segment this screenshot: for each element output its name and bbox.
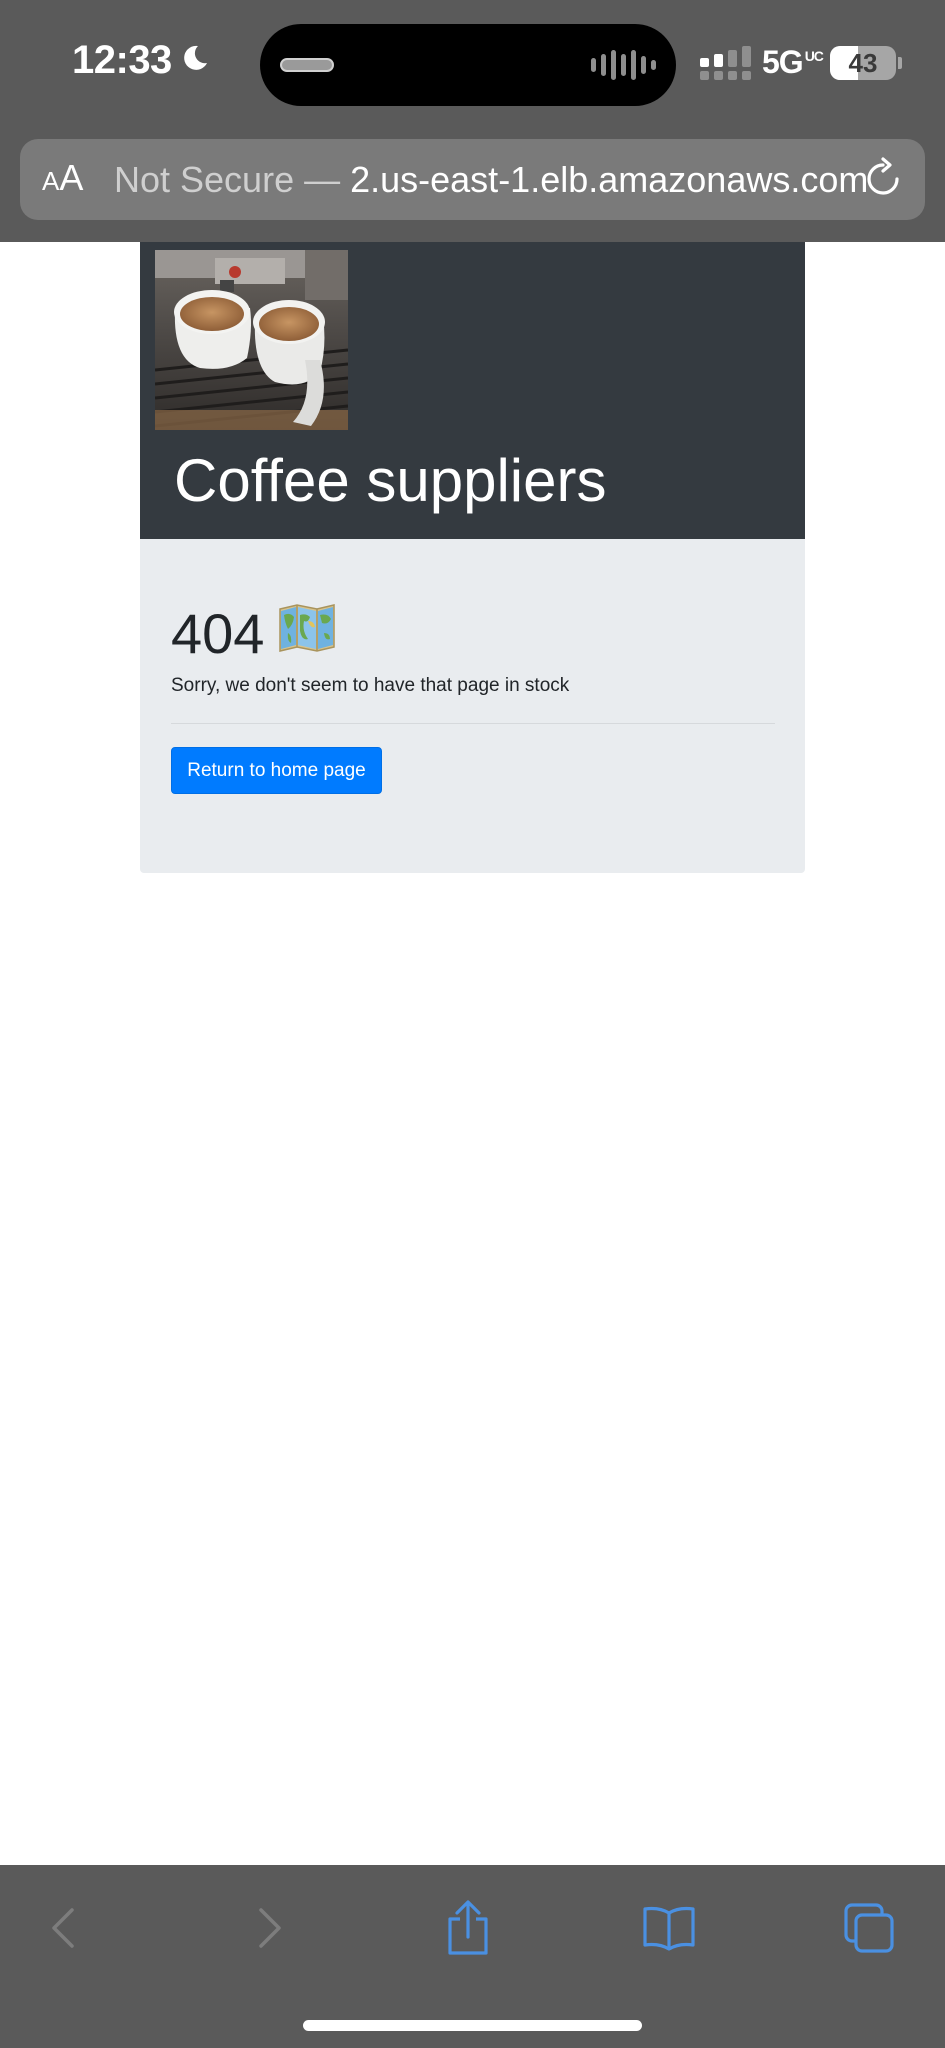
network-suffix: UC [804,48,824,64]
error-code: 404 [171,602,265,665]
tabs-button[interactable] [834,1895,904,1965]
book-icon [641,1905,697,1956]
web-page: Coffee suppliers 404 Sorry, we don't see… [140,242,805,873]
reload-icon[interactable] [861,157,905,206]
status-bar-time: 12:33 [72,38,210,83]
coffee-cups-logo [154,250,349,430]
browser-bottom-toolbar [0,1865,945,2048]
live-activity-icon [280,58,334,72]
battery-icon: 43 [830,46,896,80]
network-type: 5G UC [762,44,824,81]
tabs-icon [842,1901,896,1960]
bookmarks-button[interactable] [634,1895,704,1965]
site-title: Coffee suppliers [174,447,607,514]
dynamic-island [260,24,676,106]
text-size-small-a: A [42,166,60,196]
chevron-right-icon [251,1906,287,1955]
url-text[interactable]: Not Secure — 2.us-east-1.elb.amazonaws.c… [114,159,868,201]
network-label: 5G [762,44,804,80]
text-size-large-a: A [59,157,84,198]
chevron-left-icon [46,1906,82,1955]
battery-level: 43 [848,48,878,78]
world-map-icon [278,601,336,666]
audio-wave-icon [591,50,656,80]
url-security-label: Not Secure — [114,159,341,200]
address-bar[interactable]: AA Not Secure — 2.us-east-1.elb.amazonaw… [20,139,925,220]
url-host: 2.us-east-1.elb.amazonaws.com [350,159,869,200]
moon-icon [180,38,210,83]
share-button[interactable] [433,1895,503,1965]
site-header: Coffee suppliers [140,242,805,539]
forward-button[interactable] [234,1895,304,1965]
return-home-button[interactable]: Return to home page [171,747,382,794]
time-text: 12:33 [72,38,172,82]
error-message: Sorry, we don't seem to have that page i… [171,675,570,696]
home-indicator [303,2020,642,2031]
divider [171,723,775,724]
browser-top-chrome: 12:33 5G UC 43 AA Not Secure — 2.us-east-… [0,0,945,242]
error-heading: 404 [171,601,336,666]
share-icon [444,1899,492,1962]
back-button[interactable] [29,1895,99,1965]
text-size-button[interactable]: AA [42,157,83,199]
battery-tip [898,57,902,69]
signal-strength-icon [700,46,751,80]
error-panel: 404 Sorry, we don't seem to have that pa… [140,539,805,873]
